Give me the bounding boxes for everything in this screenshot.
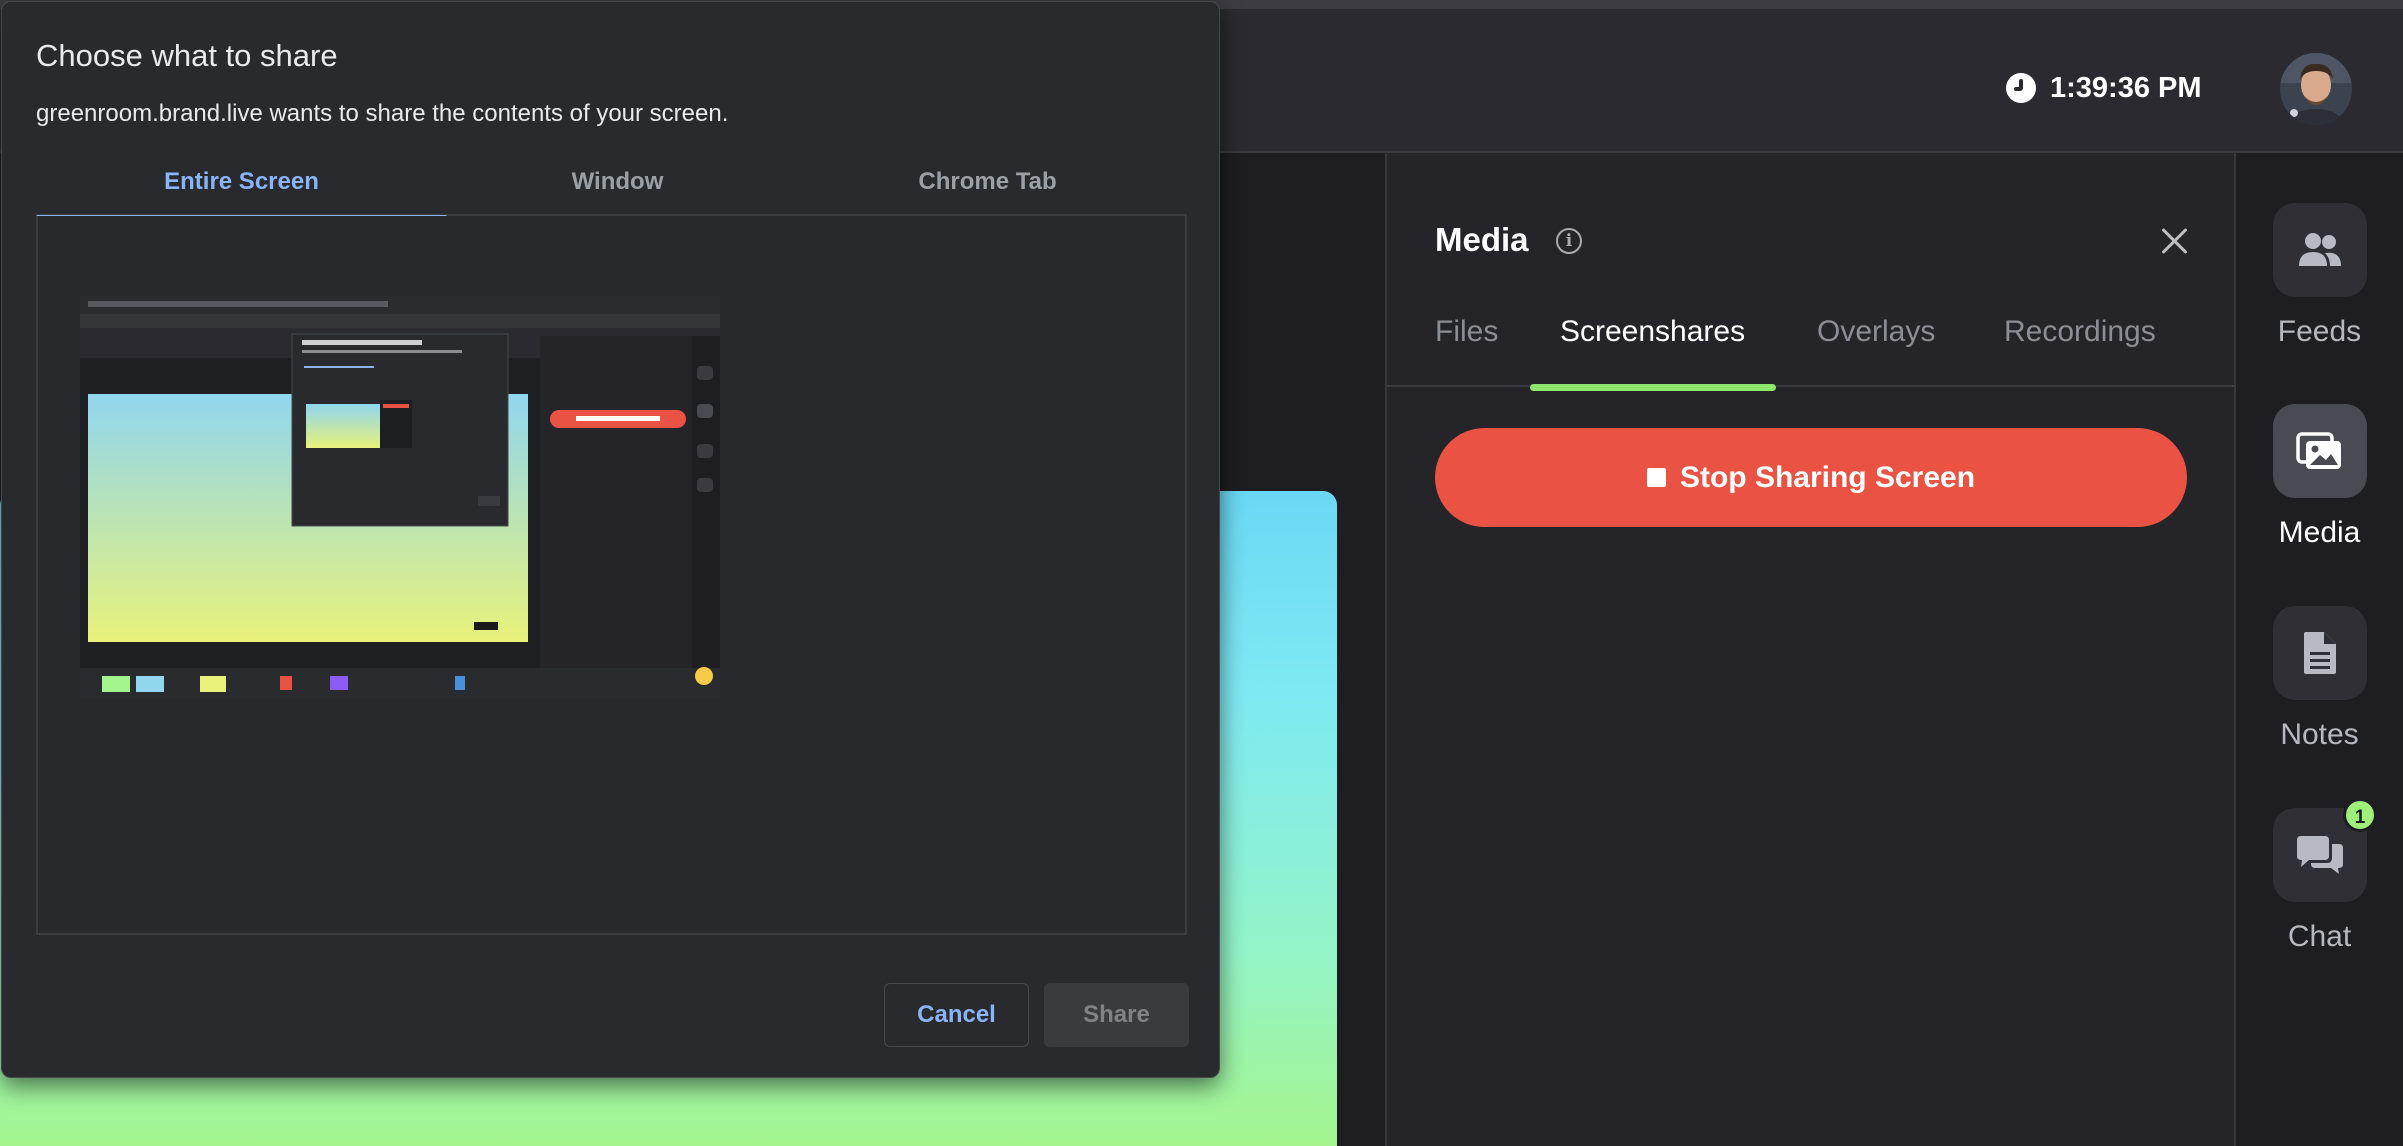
sidebar-item-label: Feeds <box>2277 315 2362 348</box>
share-source-tabs: Entire Screen Window Chrome Tab <box>36 164 1187 219</box>
images-icon <box>2296 432 2341 469</box>
clock-time: 1:39:36 PM <box>2050 71 2202 104</box>
share-button[interactable]: Share <box>1044 983 1189 1047</box>
chat-unread-badge: 1 <box>2343 798 2377 832</box>
screen-preview-image <box>80 296 720 698</box>
sidebar-item-label: Chat <box>2287 920 2352 953</box>
media-panel: Media i Files Screenshares Overlays Reco… <box>1385 153 2236 1146</box>
tab-files[interactable]: Files <box>1435 303 1498 387</box>
close-icon[interactable] <box>2156 223 2192 259</box>
screen-source-list <box>36 216 1187 935</box>
people-icon <box>2299 233 2341 266</box>
screen-share-dialog: Choose what to share greenroom.brand.liv… <box>1 1 1220 1078</box>
sidebar-item-feeds[interactable]: Feeds <box>2236 203 2403 383</box>
media-button[interactable] <box>2273 404 2367 498</box>
right-sidebar: Feeds Media Notes 1 Chat <box>2236 153 2403 1146</box>
notes-button[interactable] <box>2273 606 2367 700</box>
session-clock: 1:39:36 PM <box>2006 65 2202 111</box>
document-icon <box>2304 632 2336 674</box>
media-panel-title: Media <box>1435 221 1529 258</box>
dialog-subtitle: greenroom.brand.live wants to share the … <box>36 100 729 127</box>
tab-entire-screen[interactable]: Entire Screen <box>36 164 447 219</box>
tab-overlays[interactable]: Overlays <box>1817 303 1935 387</box>
app-window: 1:39:36 PM Media i Files Screenshares Ov… <box>0 0 2403 1146</box>
tab-window[interactable]: Window <box>447 164 788 216</box>
tab-screenshares[interactable]: Screenshares <box>1529 303 1777 391</box>
feeds-button[interactable] <box>2273 203 2367 297</box>
avatar[interactable] <box>2280 53 2352 125</box>
sidebar-item-notes[interactable]: Notes <box>2236 606 2403 786</box>
tab-chrome-tab[interactable]: Chrome Tab <box>788 164 1187 216</box>
entire-screen-thumbnail[interactable] <box>80 296 720 698</box>
info-icon[interactable]: i <box>1556 228 1582 254</box>
tab-recordings[interactable]: Recordings <box>2004 303 2156 387</box>
cancel-button[interactable]: Cancel <box>884 983 1029 1047</box>
stop-icon <box>1646 468 1666 487</box>
sidebar-item-chat[interactable]: 1 Chat <box>2236 798 2403 988</box>
dialog-title: Choose what to share <box>36 38 338 73</box>
sidebar-item-label: Notes <box>2280 718 2359 751</box>
stop-sharing-label: Stop Sharing Screen <box>1679 460 1976 494</box>
clock-icon <box>2006 73 2036 103</box>
stop-sharing-screen-button[interactable]: Stop Sharing Screen <box>1435 428 2187 527</box>
sidebar-item-label: Media <box>2278 516 2361 549</box>
chat-bubbles-icon <box>2297 836 2343 874</box>
media-tabs: Files Screenshares Overlays Recordings <box>1387 303 2234 391</box>
avatar-image <box>2280 53 2352 125</box>
sidebar-item-media[interactable]: Media <box>2236 404 2403 584</box>
